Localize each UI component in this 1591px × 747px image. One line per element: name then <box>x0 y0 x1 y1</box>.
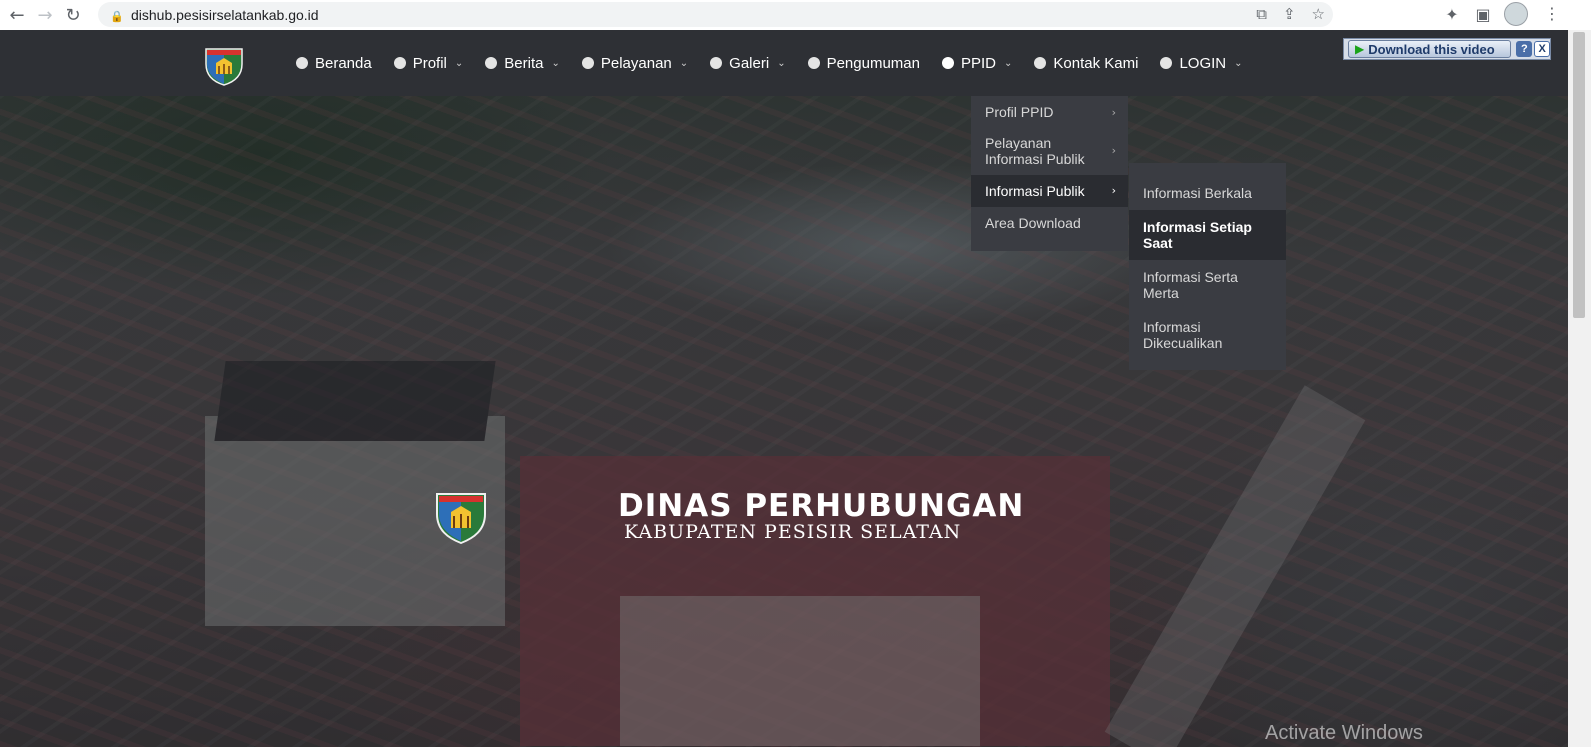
chevron-right-icon: › <box>1111 144 1116 157</box>
extensions-icon[interactable]: ✦ <box>1441 3 1463 25</box>
url-text[interactable]: dishub.pesisirselatankab.go.id <box>131 7 319 23</box>
bullet-icon <box>710 57 723 69</box>
nav-beranda[interactable]: Beranda <box>296 30 372 96</box>
bullet-icon <box>296 57 308 69</box>
bookmark-star-icon[interactable]: ☆ <box>1312 5 1325 23</box>
side-panel-icon[interactable]: ▣ <box>1472 3 1494 25</box>
bullet-icon <box>581 57 594 69</box>
site-logo-icon[interactable] <box>204 45 244 86</box>
chevron-down-icon: ⌄ <box>454 57 464 69</box>
chevron-down-icon: ⌄ <box>679 57 689 69</box>
nav-label: LOGIN <box>1179 54 1227 72</box>
chevron-down-icon: ⌄ <box>551 57 560 69</box>
hero-banner: DINAS PERHUBUNGAN KABUPATEN PESISIR SELA… <box>0 96 1568 747</box>
profile-avatar[interactable] <box>1504 2 1528 26</box>
browser-menu-icon[interactable]: ⋮ <box>1544 4 1560 23</box>
nav-profil[interactable]: Profil ⌄ <box>393 30 464 96</box>
page-scrollbar[interactable] <box>1568 30 1591 747</box>
menu-item-area-download[interactable]: Area Download <box>971 207 1128 239</box>
submenu-informasi-berkala[interactable]: Informasi Berkala <box>1129 163 1286 210</box>
nav-ppid[interactable]: PPID ⌄ <box>941 30 1013 96</box>
close-icon[interactable]: X <box>1534 41 1550 57</box>
download-video-button[interactable]: ▶ Download this video <box>1348 40 1512 58</box>
menu-item-profil-ppid[interactable]: Profil PPID › <box>971 98 1128 127</box>
reload-icon[interactable]: ↻ <box>62 4 84 26</box>
nav-label: Kontak Kami <box>1053 54 1139 72</box>
nav-label: Galeri <box>729 54 770 72</box>
browser-toolbar: ← → ↻ 🔒 dishub.pesisirselatankab.go.id ⧉… <box>0 0 1591 30</box>
nav-label: Berita <box>504 54 544 72</box>
back-icon[interactable]: ← <box>6 4 28 26</box>
bullet-icon <box>485 57 498 69</box>
page-viewport: DINAS PERHUBUNGAN KABUPATEN PESISIR SELA… <box>0 30 1591 747</box>
address-bar[interactable]: 🔒 dishub.pesisirselatankab.go.id ⧉ ⇪ ☆ <box>98 2 1333 27</box>
submenu-informasi-serta-merta[interactable]: Informasi Serta Merta <box>1129 260 1286 310</box>
submenu-informasi-dikecualikan[interactable]: Informasi Dikecualikan <box>1129 310 1286 360</box>
chevron-down-icon: ⌄ <box>1004 57 1013 69</box>
site-navbar: Beranda Profil ⌄ Berita ⌄ Pelayanan ⌄ Ga… <box>0 30 1568 96</box>
nav-label: Profil <box>412 54 447 72</box>
chevron-down-icon: ⌄ <box>777 57 786 69</box>
lock-icon[interactable]: 🔒 <box>110 10 124 23</box>
menu-item-label: Area Download <box>985 215 1081 231</box>
bullet-icon <box>393 57 406 69</box>
menu-item-label: Pelayanan Informasi Publik <box>985 135 1085 167</box>
share-icon[interactable]: ⇪ <box>1283 5 1296 23</box>
play-icon: ▶ <box>1355 42 1365 56</box>
ppid-dropdown: Profil PPID › Pelayanan Informasi Publik… <box>971 96 1128 251</box>
download-video-label: Download this video <box>1368 41 1495 57</box>
bullet-icon <box>941 57 954 69</box>
informasi-publik-submenu: Informasi Berkala Informasi Setiap Saat … <box>1129 163 1286 370</box>
help-icon[interactable]: ? <box>1516 41 1533 57</box>
nav-pengumuman[interactable]: Pengumuman <box>807 30 920 96</box>
chevron-right-icon: › <box>1111 184 1116 197</box>
nav-galeri[interactable]: Galeri ⌄ <box>710 30 786 96</box>
menu-item-label: Profil PPID <box>985 104 1054 120</box>
nav-kontak-kami[interactable]: Kontak Kami <box>1034 30 1138 96</box>
chevron-right-icon: › <box>1111 105 1116 119</box>
hero-overlay <box>0 96 1568 747</box>
nav-label: Pengumuman <box>826 54 920 72</box>
forward-icon[interactable]: → <box>34 4 56 26</box>
nav-login[interactable]: LOGIN ⌄ <box>1160 30 1243 96</box>
menu-item-pelayanan-informasi-publik[interactable]: Pelayanan Informasi Publik › <box>971 127 1128 175</box>
nav-label: PPID <box>960 54 996 72</box>
translate-icon[interactable]: ⧉ <box>1256 5 1267 23</box>
bullet-icon <box>807 57 820 69</box>
chevron-down-icon: ⌄ <box>1234 57 1243 69</box>
video-download-toolbar: ▶ Download this video ? X <box>1343 38 1551 60</box>
menu-item-informasi-publik[interactable]: Informasi Publik › <box>971 175 1128 207</box>
nav-label: Pelayanan <box>600 54 672 72</box>
windows-activation-watermark: Activate Windows <box>1265 722 1423 744</box>
hero-title: DINAS PERHUBUNGAN <box>618 488 1025 524</box>
nav-label: Beranda <box>315 54 372 72</box>
crest-logo-icon <box>436 493 486 544</box>
submenu-informasi-setiap-saat[interactable]: Informasi Setiap Saat <box>1129 210 1286 260</box>
hero-subtitle: KABUPATEN PESISIR SELATAN <box>624 521 962 543</box>
nav-pelayanan[interactable]: Pelayanan ⌄ <box>581 30 689 96</box>
menu-item-label: Informasi Publik <box>985 183 1085 199</box>
bullet-icon <box>1160 57 1173 69</box>
main-menu: Beranda Profil ⌄ Berita ⌄ Pelayanan ⌄ Ga… <box>296 30 1265 96</box>
bullet-icon <box>1034 57 1047 69</box>
scrollbar-thumb[interactable] <box>1573 32 1585 318</box>
nav-berita[interactable]: Berita ⌄ <box>485 30 560 96</box>
